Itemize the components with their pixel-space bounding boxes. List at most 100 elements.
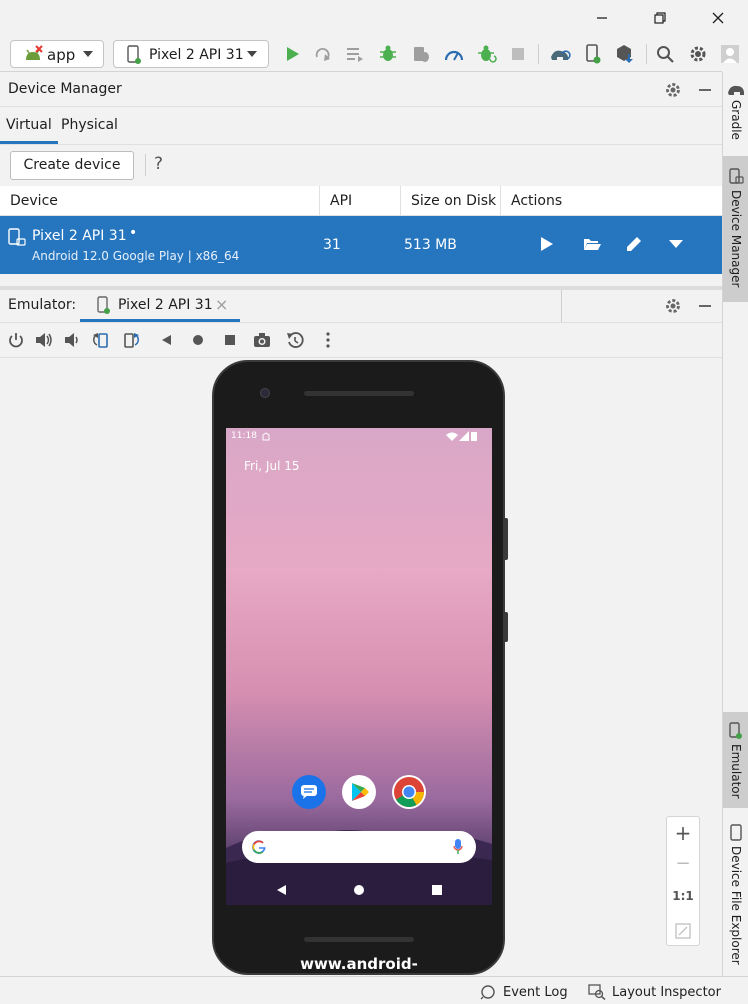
nav-recents-icon[interactable] [431, 884, 443, 896]
profile-button[interactable] [442, 42, 466, 66]
stop-button[interactable] [506, 42, 530, 66]
side-tab-label: Device Manager [729, 190, 743, 288]
panel-minimize-button[interactable] [694, 80, 716, 100]
divider [0, 144, 722, 145]
panel-settings-button[interactable] [662, 296, 684, 316]
zoom-in-button[interactable]: + [667, 821, 699, 847]
run-button[interactable] [280, 42, 304, 66]
gradle-elephant-icon [728, 85, 744, 95]
volume-up-button[interactable] [34, 330, 54, 350]
minimize-icon [699, 305, 711, 307]
fit-screen-icon [675, 923, 691, 939]
rotate-left-icon [93, 333, 108, 348]
rotate-left-button[interactable] [90, 330, 110, 350]
zoom-fit-button[interactable] [675, 923, 691, 939]
attach-debugger-button[interactable] [409, 42, 433, 66]
column-header-size[interactable]: Size on Disk [401, 186, 501, 216]
column-header-api[interactable]: API [320, 186, 401, 216]
power-button[interactable] [6, 330, 26, 350]
notification-icon [262, 432, 270, 441]
search-everywhere-button[interactable] [653, 42, 677, 66]
nav-home-icon[interactable] [353, 884, 365, 896]
more-options-button[interactable] [318, 330, 338, 350]
device-selector-dropdown[interactable]: Pixel 2 API 31 [113, 40, 269, 68]
device-table-header: Device API Size on Disk Actions [0, 186, 722, 216]
tab-emulator-device[interactable]: Pixel 2 API 31 × [80, 290, 240, 322]
show-on-disk-button[interactable] [581, 233, 603, 255]
event-log-label: Event Log [503, 984, 568, 1000]
android-app-icon [26, 45, 43, 60]
overview-button[interactable] [220, 330, 240, 350]
snapshot-button[interactable] [285, 330, 305, 350]
edit-device-button[interactable] [623, 233, 645, 255]
zoom-actual-size-button[interactable]: 1:1 [667, 889, 699, 911]
create-device-button[interactable]: Create device [10, 151, 134, 180]
close-window-button[interactable] [698, 4, 738, 32]
layout-inspector-button[interactable]: Layout Inspector [588, 983, 721, 1001]
back-button[interactable] [156, 330, 176, 350]
play-store-app-icon[interactable] [342, 775, 376, 809]
settings-button[interactable] [686, 42, 710, 66]
kebab-menu-icon [326, 332, 330, 348]
power-icon [9, 333, 23, 348]
apply-code-changes-button[interactable] [343, 42, 367, 66]
phone-device-icon [730, 824, 742, 841]
minimize-window-button[interactable] [582, 4, 622, 32]
more-actions-button[interactable] [665, 233, 687, 255]
account-button[interactable] [718, 42, 742, 66]
side-tab-gradle[interactable]: Gradle [723, 76, 748, 154]
apply-code-icon [347, 48, 363, 62]
front-camera [260, 388, 270, 398]
zoom-actual-label: 1:1 [672, 889, 694, 903]
device-name: Pixel 2 API 31 [32, 228, 127, 244]
rotate-right-button[interactable] [122, 330, 142, 350]
device-description: Android 12.0 Google Play | x86_64 [32, 249, 240, 263]
column-header-actions[interactable]: Actions [501, 186, 722, 216]
messages-app-icon[interactable] [292, 775, 326, 809]
sync-gradle-button[interactable] [548, 42, 572, 66]
microphone-icon[interactable] [453, 838, 463, 856]
screenshot-button[interactable] [252, 330, 272, 350]
phone-device-icon [8, 228, 26, 246]
emulator-tab-label: Pixel 2 API 31 [118, 297, 213, 313]
nav-back-icon[interactable] [275, 884, 287, 896]
rotate-right-icon [124, 333, 139, 348]
volume-up-icon [36, 333, 52, 347]
zoom-out-button[interactable]: − [667, 853, 699, 879]
launch-emulator-button[interactable] [536, 233, 558, 255]
device-size: 513 MB [404, 237, 457, 253]
run-config-dropdown[interactable]: app [10, 40, 104, 68]
debug-button[interactable] [376, 42, 400, 66]
wifi-icon [446, 432, 458, 441]
chrome-app-icon[interactable] [392, 775, 426, 809]
online-indicator: • [129, 225, 138, 241]
message-bubble-icon [301, 785, 317, 799]
column-header-device[interactable]: Device [0, 186, 320, 216]
panel-settings-button[interactable] [662, 80, 684, 100]
tab-physical[interactable]: Physical [55, 110, 124, 144]
debug-tests-button[interactable] [475, 42, 499, 66]
device-manager-toolbar-button[interactable] [581, 42, 605, 66]
side-tab-label: Emulator [729, 744, 743, 799]
event-log-button[interactable]: Event Log [480, 983, 568, 1001]
device-api: 31 [323, 237, 341, 253]
home-button[interactable] [188, 330, 208, 350]
emulator-header: Emulator: Pixel 2 API 31 × [0, 290, 722, 322]
help-button[interactable]: ? [154, 154, 170, 176]
emulator-screen[interactable]: 11:18 Fri, Jul 15 [226, 428, 492, 905]
google-search-bar[interactable] [242, 831, 476, 863]
restore-window-button[interactable] [640, 4, 680, 32]
home-circle-icon [193, 335, 203, 345]
side-tab-label: Device File Explorer [729, 846, 743, 965]
side-tab-device-file-explorer[interactable]: Device File Explorer [723, 818, 748, 976]
panel-minimize-button[interactable] [694, 296, 716, 316]
volume-down-button[interactable] [62, 330, 82, 350]
apply-changes-button[interactable] [311, 42, 335, 66]
table-row[interactable]: Pixel 2 API 31 • Android 12.0 Google Pla… [0, 216, 722, 274]
tab-virtual[interactable]: Virtual [0, 110, 58, 144]
side-tab-device-manager[interactable]: Device Manager [723, 156, 748, 302]
side-tab-emulator[interactable]: Emulator [723, 712, 748, 808]
sdk-manager-button[interactable] [613, 42, 637, 66]
snapshot-history-icon [287, 332, 304, 348]
close-tab-icon[interactable]: × [215, 295, 228, 314]
